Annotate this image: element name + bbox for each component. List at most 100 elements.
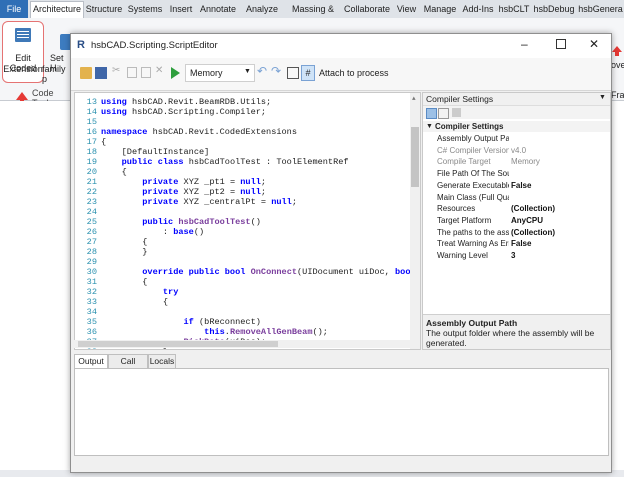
line-number: 36 [86, 327, 97, 337]
ribbon-tab-view[interactable]: View [393, 2, 420, 17]
code-text: using hsbCAD.Revit.BeamRDB.Utils; [101, 97, 272, 107]
format-icon[interactable] [287, 67, 299, 79]
code-text: public hsbCadToolTest() [142, 217, 261, 227]
property-value[interactable]: False [511, 238, 607, 249]
property-value[interactable]: False [511, 180, 607, 191]
redo-icon[interactable]: ↷ [271, 64, 281, 78]
cut-icon[interactable]: ✂ [112, 65, 124, 77]
property-row[interactable]: Generate Executable False [423, 180, 610, 191]
property-row[interactable]: Treat Warning As ErrorsFalse [423, 238, 610, 249]
property-name: Warning Level [437, 251, 488, 260]
property-name: Assembly Output Path [437, 134, 509, 143]
edit-coded-extension-button[interactable]: Edit Coded Extension [2, 21, 44, 83]
ribbon-tab-massing-site[interactable]: Massing & Site [285, 2, 341, 29]
chevron-down-icon[interactable]: ▼ [599, 94, 606, 101]
property-value[interactable]: (Collection) [511, 227, 607, 238]
property-value[interactable]: 3 [511, 250, 607, 261]
line-number: 15 [86, 117, 97, 127]
properties-header-label: Compiler Settings [426, 94, 494, 104]
property-pages-icon[interactable] [452, 108, 461, 117]
property-name: Generate Executable [437, 180, 509, 190]
right-cut-label-2: Fra [611, 90, 624, 100]
code-text: { [101, 297, 169, 307]
minimize-icon[interactable]: – [521, 37, 528, 51]
scroll-up-icon[interactable]: ▲ [412, 95, 416, 102]
tab-locals[interactable]: Locals [148, 354, 176, 369]
code-editor[interactable]: 13 using hsbCAD.Revit.BeamRDB.Utils; 14 usi… [74, 92, 421, 350]
ribbon-tab-hsbclt[interactable]: hsbCLT [497, 2, 531, 17]
attach-to-process-button[interactable]: Attach to process [319, 68, 389, 78]
property-value[interactable]: AnyCPU [511, 215, 607, 226]
code-line: 14 using hsbCAD.Scripting.Compiler; [75, 107, 266, 117]
categorized-icon[interactable] [426, 108, 437, 119]
collapse-icon[interactable]: ▼ [426, 121, 433, 132]
property-row[interactable]: The paths to the assemblies(Collection) [423, 227, 610, 238]
code-line: 24 [75, 207, 101, 217]
ribbon-tab-file[interactable]: File [0, 0, 28, 18]
code-line: 16 namespace hsbCAD.Revit.CodedExtensions [75, 127, 297, 137]
maximize-icon[interactable] [556, 39, 566, 49]
paste-icon[interactable] [141, 67, 151, 78]
ribbon-tab-systems[interactable]: Systems [125, 2, 165, 17]
property-value[interactable]: Memory [511, 156, 607, 167]
vertical-scrollbar[interactable]: ▲ ▼ [410, 93, 420, 349]
code-line: 25 public hsbCadToolTest() [75, 217, 261, 227]
code-text: { [101, 167, 127, 177]
property-row[interactable]: C# Compiler Version v4.0 [423, 145, 610, 156]
line-number: 23 [86, 197, 97, 207]
code-line: 19 public class hsbCadToolTest : ToolEle… [75, 157, 349, 167]
save-icon[interactable] [95, 67, 107, 79]
line-number: 21 [86, 177, 97, 187]
copy-icon[interactable] [127, 67, 137, 78]
ribbon-tab-hsbdebug[interactable]: hsbDebug [532, 2, 576, 17]
ribbon-tab-architecture[interactable]: Architecture [30, 1, 84, 19]
property-row[interactable]: Compile Target Memory [423, 156, 610, 167]
code-line: 31 { [75, 277, 148, 287]
compile-target-select[interactable]: Memory ▼ [185, 64, 255, 82]
code-text: private XYZ _pt1 = null; [142, 177, 267, 187]
code-line: 29 [75, 257, 101, 267]
close-icon[interactable]: ✕ [589, 37, 599, 51]
delete-icon[interactable]: ✕ [155, 65, 167, 77]
ribbon-tab-insert[interactable]: Insert [166, 2, 196, 17]
line-number: 13 [86, 97, 97, 107]
code-text: if (bReconnect) [183, 317, 261, 327]
tab-call-stack[interactable]: Call Stack [108, 354, 148, 379]
property-group[interactable]: ▼ Compiler Settings [423, 121, 610, 132]
description-text-1: The output folder where the assembly wil… [426, 328, 595, 338]
debug-toggle-icon[interactable]: # [301, 65, 315, 81]
property-row[interactable]: Resources (Collection) [423, 203, 610, 214]
property-row[interactable]: Main Class (Full Qualified) [423, 192, 610, 203]
run-icon[interactable] [171, 67, 180, 79]
code-line: 34 [75, 307, 101, 317]
ribbon-tab-manage[interactable]: Manage [421, 2, 459, 17]
line-number: 30 [86, 267, 97, 277]
ribbon-tab-add-ins[interactable]: Add-Ins [460, 2, 496, 17]
tab-output[interactable]: Output [74, 354, 108, 368]
red-arrow-right [612, 46, 622, 56]
property-row[interactable]: Warning Level 3 [423, 250, 610, 261]
horizontal-scrollbar-thumb[interactable] [78, 341, 278, 347]
undo-icon[interactable]: ↶ [257, 64, 267, 78]
property-row[interactable]: Assembly Output Path [423, 133, 610, 144]
scrollbar-thumb[interactable] [411, 127, 419, 187]
revit-canvas [0, 101, 70, 477]
open-folder-icon[interactable] [80, 67, 92, 79]
code-line: 18 [DefaultInstance] [75, 147, 210, 157]
property-value[interactable]: (Collection) [511, 203, 607, 214]
property-row[interactable]: Target Platform AnyCPU [423, 215, 610, 226]
ribbon-tab-structure[interactable]: Structure [84, 2, 124, 17]
line-number: 29 [86, 257, 97, 267]
horizontal-scrollbar[interactable] [74, 340, 419, 348]
ribbon-tab-collaborate[interactable]: Collaborate [342, 2, 392, 17]
line-number: 14 [86, 107, 97, 117]
code-text: } [101, 247, 148, 257]
ribbon-tab-analyze[interactable]: Analyze [240, 2, 284, 17]
ribbon-tab-annotate[interactable]: Annotate [197, 2, 239, 17]
ribbon-tab-hsbgenera[interactable]: hsbGenera [577, 2, 624, 17]
code-text: { [101, 137, 107, 147]
alphabetical-icon[interactable] [438, 108, 449, 119]
output-panel[interactable] [74, 368, 609, 456]
property-value[interactable]: v4.0 [511, 145, 607, 156]
property-row[interactable]: File Path Of The Source [423, 168, 610, 179]
